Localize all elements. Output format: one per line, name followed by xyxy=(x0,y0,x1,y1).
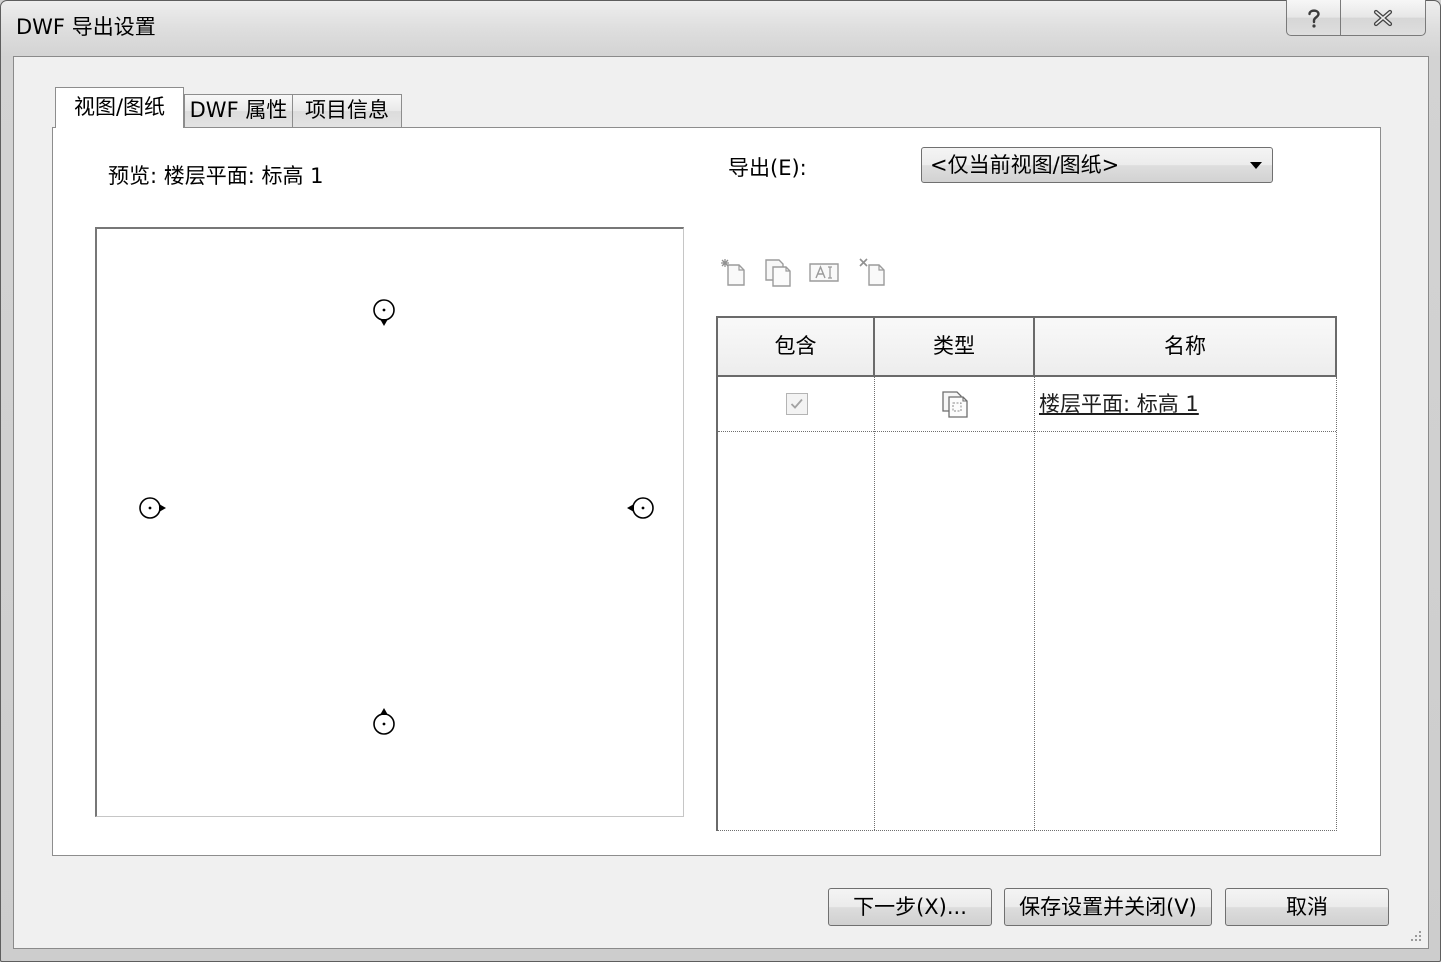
include-checkbox[interactable] xyxy=(785,393,808,415)
view-name-link[interactable]: 楼层平面: 标高 1 xyxy=(1039,390,1199,418)
tab-dwf-properties[interactable]: DWF 属性 xyxy=(184,94,293,127)
chevron-down-icon xyxy=(1250,162,1262,169)
table-header: 包含 类型 名称 xyxy=(718,318,1337,377)
export-label: 导出(E): xyxy=(728,156,807,180)
preview-drawing xyxy=(139,299,654,735)
rename-set-icon xyxy=(809,263,839,282)
cancel-button[interactable]: 取消 xyxy=(1225,888,1389,926)
include-cell xyxy=(718,377,875,431)
delete-set-button[interactable] xyxy=(857,256,889,288)
new-set-button[interactable] xyxy=(718,256,750,288)
table-row[interactable]: 楼层平面: 标高 1 xyxy=(718,377,1336,432)
type-cell xyxy=(875,377,1035,431)
column-header-name[interactable]: 名称 xyxy=(1035,318,1337,375)
view-sheet-table: 包含 类型 名称 楼层平面: 标高 1 xyxy=(716,316,1337,831)
elevation-marker-icon xyxy=(373,708,395,735)
tab-project-info[interactable]: 项目信息 xyxy=(292,94,402,127)
window-title: DWF 导出设置 xyxy=(16,15,156,39)
elevation-marker-icon xyxy=(139,497,166,519)
help-icon xyxy=(1307,8,1320,28)
save-and-close-button[interactable]: 保存设置并关闭(V) xyxy=(1004,888,1212,926)
column-divider xyxy=(1034,377,1035,830)
column-divider xyxy=(874,377,875,830)
name-cell: 楼层平面: 标高 1 xyxy=(1035,377,1336,431)
export-dropdown[interactable]: <仅当前视图/图纸> xyxy=(921,147,1273,183)
column-header-type[interactable]: 类型 xyxy=(875,318,1035,375)
preview-pane xyxy=(95,227,684,817)
delete-set-icon xyxy=(859,258,885,286)
elevation-marker-icon xyxy=(627,497,654,519)
new-set-icon xyxy=(721,259,745,286)
elevation-marker-icon xyxy=(373,299,395,326)
column-header-include[interactable]: 包含 xyxy=(718,318,875,375)
next-button[interactable]: 下一步(X)... xyxy=(828,888,992,926)
duplicate-set-icon xyxy=(765,259,791,287)
close-icon xyxy=(1373,9,1393,26)
preview-label: 预览: 楼层平面: 标高 1 xyxy=(108,164,324,188)
tab-views-sheets[interactable]: 视图/图纸 xyxy=(55,87,184,128)
export-dropdown-value: <仅当前视图/图纸> xyxy=(930,153,1120,177)
checkmark-icon xyxy=(790,398,803,409)
duplicate-set-button[interactable] xyxy=(762,256,794,288)
help-button[interactable] xyxy=(1286,0,1341,36)
rename-set-button[interactable] xyxy=(808,256,840,288)
floor-plan-view-icon xyxy=(942,391,968,418)
table-body: 楼层平面: 标高 1 xyxy=(718,377,1337,831)
resize-grip-icon[interactable] xyxy=(1407,927,1423,943)
close-button[interactable] xyxy=(1340,0,1426,36)
